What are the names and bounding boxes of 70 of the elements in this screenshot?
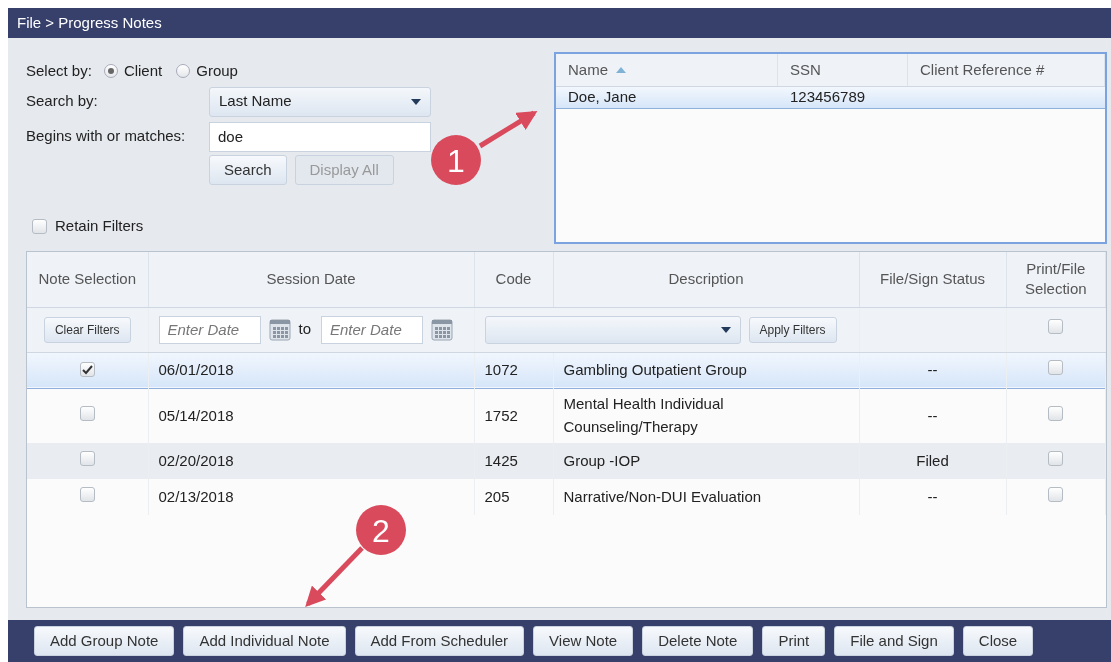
table-cell: -- xyxy=(927,360,938,378)
table-cell-text: Narrative/Non-DUI Evaluation xyxy=(563,486,762,507)
checkbox[interactable] xyxy=(1048,319,1064,335)
date-field[interactable]: Enter Date xyxy=(158,315,261,344)
caret-icon xyxy=(720,326,731,333)
table-cell: 02/20/2018 xyxy=(158,451,234,469)
callout-badge: 2 xyxy=(356,505,406,555)
table-cell: -- xyxy=(927,406,938,424)
column-header[interactable]: SSN xyxy=(778,54,908,86)
table-cell: 1072 xyxy=(484,360,518,378)
retain-filters-checkbox[interactable] xyxy=(32,218,47,234)
radio-label[interactable]: Client xyxy=(123,60,163,83)
radio-button[interactable] xyxy=(103,64,118,79)
checkbox[interactable] xyxy=(79,450,95,466)
callout-arrow xyxy=(478,110,538,149)
table-cell-text: Gambling Outpatient Group xyxy=(563,359,747,380)
checkbox[interactable] xyxy=(1048,486,1064,502)
checkbox[interactable] xyxy=(1048,359,1064,375)
table-cell: 1752 xyxy=(484,406,518,424)
search-by-label: Search by: xyxy=(26,91,99,112)
checkbox[interactable] xyxy=(79,362,95,378)
calendar-icon[interactable] xyxy=(268,318,291,341)
table-cell: 05/14/2018 xyxy=(158,406,234,424)
checkbox[interactable] xyxy=(79,405,95,421)
column-header[interactable]: Client Reference # xyxy=(908,54,1105,86)
column-header[interactable]: Print/File Selection xyxy=(1006,252,1106,307)
table-cell: 02/13/2018 xyxy=(158,487,234,505)
footer-button[interactable]: Add From Scheduler xyxy=(354,625,525,657)
footer-button[interactable]: Print xyxy=(762,625,826,657)
footer-button[interactable]: Add Individual Note xyxy=(183,625,346,657)
footer-button[interactable]: Add Group Note xyxy=(34,625,175,657)
footer-button[interactable]: Delete Note xyxy=(642,625,754,657)
callout-badge: 1 xyxy=(431,135,481,185)
footer-button[interactable]: View Note xyxy=(533,625,634,657)
table-cell: -- xyxy=(927,487,938,505)
column-header[interactable]: Session Date xyxy=(148,252,474,307)
code-dropdown[interactable] xyxy=(484,315,741,344)
calendar-icon[interactable] xyxy=(431,318,453,341)
footer-button[interactable]: Close xyxy=(962,625,1034,657)
window-title: File > Progress Notes xyxy=(17,12,162,33)
apply-filters-button[interactable]: Apply Filters xyxy=(748,316,837,343)
select-by-label: Select by: xyxy=(26,61,92,81)
caret-icon xyxy=(411,98,421,105)
search-button[interactable]: Search xyxy=(209,154,287,185)
checkbox[interactable] xyxy=(79,486,95,502)
table-cell-text: Mental Health Individual Counseling/Therapy xyxy=(563,394,725,437)
date-field[interactable]: Enter Date xyxy=(321,315,423,344)
callout-arrow xyxy=(305,546,364,607)
clear-filters-button[interactable]: Clear Filters xyxy=(43,316,131,343)
column-header[interactable]: Name xyxy=(556,54,778,86)
table-cell: Filed xyxy=(916,451,949,469)
checkbox-label[interactable]: Retain Filters xyxy=(55,215,144,238)
footer-button[interactable]: File and Sign xyxy=(834,625,954,657)
table-cell-text: Group -IOP xyxy=(563,450,641,471)
column-header[interactable]: File/Sign Status xyxy=(859,252,1006,307)
to-label: to xyxy=(298,319,311,340)
search-field[interactable]: doe xyxy=(209,121,431,152)
column-header[interactable]: Description xyxy=(553,252,859,307)
table-cell: 205 xyxy=(484,487,510,505)
radio-button[interactable] xyxy=(176,64,191,79)
checkbox[interactable] xyxy=(1048,405,1064,421)
search-by-dropdown[interactable]: Last Name xyxy=(209,86,431,117)
column-header[interactable]: Note Selection xyxy=(27,252,148,307)
checkbox[interactable] xyxy=(1048,450,1064,466)
begins-with-label: Begins with or matches: xyxy=(26,126,187,147)
client-row[interactable]: Doe, Jane 123456789 xyxy=(556,87,1105,109)
table-cell: 1425 xyxy=(484,451,518,469)
column-header[interactable]: Code xyxy=(474,252,553,307)
radio-label[interactable]: Group xyxy=(196,60,238,83)
table-cell: 06/01/2018 xyxy=(158,360,234,378)
